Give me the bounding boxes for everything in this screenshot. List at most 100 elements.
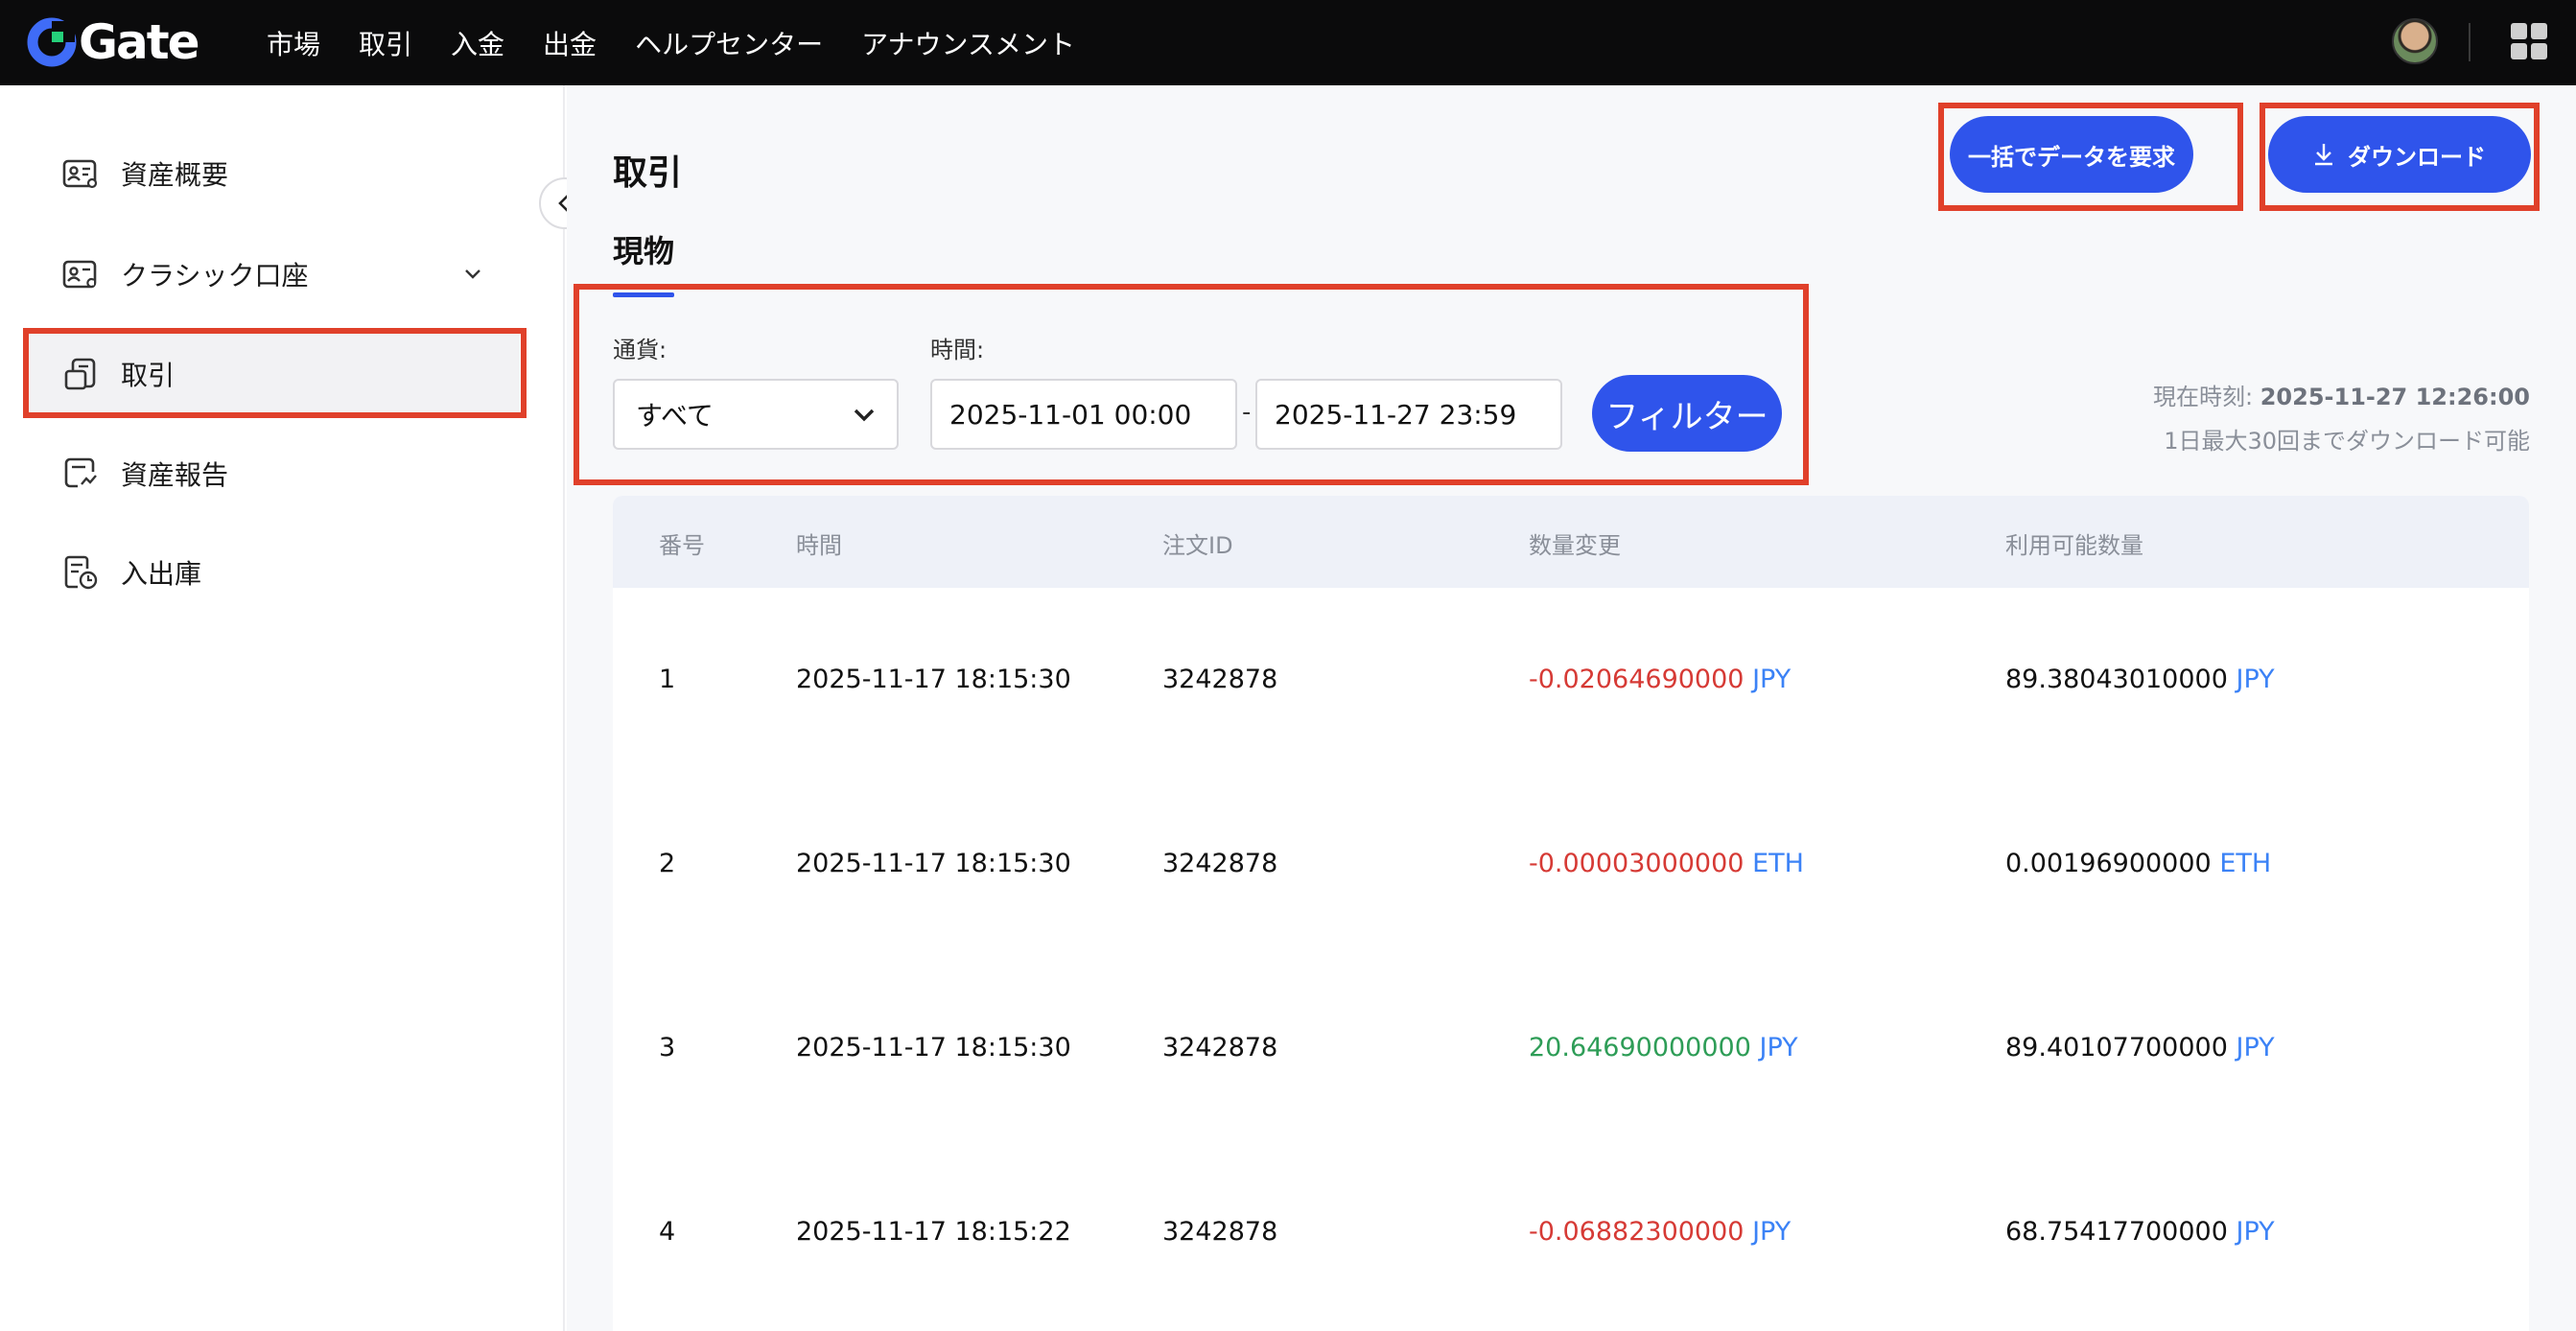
user-avatar[interactable]: [2392, 18, 2438, 64]
trade-icon: [64, 358, 96, 390]
available-amount: 68.75417700000: [2005, 1217, 2228, 1247]
cell-number: 4: [659, 1217, 676, 1247]
gate-logo-icon: [27, 17, 77, 67]
column-header-order-id: 注文ID: [1162, 532, 1233, 559]
date-range-separator: -: [1242, 398, 1252, 427]
column-header-time: 時間: [796, 532, 842, 559]
nav-withdraw[interactable]: 出金: [543, 24, 597, 62]
sidebar-item-label: クラシック口座: [121, 260, 309, 292]
sidebar-item-asset-overview[interactable]: 資産概要: [27, 133, 520, 214]
chevron-down-icon[interactable]: [462, 263, 483, 284]
bulk-data-request-label: 一括でデータを要求: [1968, 143, 2175, 171]
cell-order-id: 3242878: [1162, 665, 1278, 694]
cell-time: 2025-11-17 18:15:30: [796, 849, 1071, 878]
cell-order-id: 3242878: [1162, 1217, 1278, 1247]
table-row: 1 2025-11-17 18:15:30 3242878 -0.0206469…: [613, 588, 2529, 772]
cell-quantity-change: -0.00003000000 ETH: [1529, 849, 1804, 878]
cell-available-quantity: 68.75417700000 JPY: [2005, 1217, 2275, 1247]
download-label: ダウンロード: [2348, 143, 2486, 171]
transactions-table: 番号 時間 注文ID 数量変更 利用可能数量 1 2025-11-17 18:1…: [613, 496, 2529, 1331]
gate-logo[interactable]: Gate: [27, 14, 200, 70]
time-info: 現在時刻: 2025-11-27 12:26:00 1日最大30回までダウンロー…: [2153, 375, 2530, 463]
download-icon: [2315, 144, 2332, 166]
nav-market[interactable]: 市場: [267, 24, 320, 62]
current-time-label: 現在時刻:: [2153, 384, 2254, 410]
start-date-input[interactable]: 2025-11-01 00:00: [930, 379, 1237, 450]
end-date-value: 2025-11-27 23:59: [1275, 398, 1517, 431]
available-amount: 0.00196900000: [2005, 849, 2212, 878]
sidebar-item-asset-report[interactable]: 資産報告: [27, 433, 520, 514]
sidebar-item-label: 資産概要: [121, 159, 229, 191]
apps-grid-icon[interactable]: [2511, 23, 2547, 59]
table-row: 3 2025-11-17 18:15:30 3242878 20.6469000…: [613, 956, 2529, 1140]
time-filter-label: 時間:: [930, 337, 985, 363]
cell-quantity-change: -0.06882300000 JPY: [1529, 1217, 1791, 1247]
available-amount: 89.40107700000: [2005, 1033, 2228, 1062]
main-nav: 市場 取引 入金 出金 ヘルプセンター アナウンスメント: [267, 0, 1113, 85]
cell-available-quantity: 0.00196900000 ETH: [2005, 849, 2271, 878]
navbar-divider: [2469, 23, 2471, 61]
cell-time: 2025-11-17 18:15:30: [796, 1033, 1071, 1062]
nav-trade[interactable]: 取引: [359, 24, 412, 62]
column-header-number: 番号: [659, 532, 705, 559]
change-currency: JPY: [1759, 1033, 1798, 1062]
cell-order-id: 3242878: [1162, 849, 1278, 878]
nav-announcements[interactable]: アナウンスメント: [861, 24, 1075, 62]
column-header-quantity-change: 数量変更: [1529, 532, 1621, 559]
brand-name: Gate: [79, 14, 200, 70]
sidebar-item-label: 資産報告: [121, 459, 229, 491]
available-amount: 89.38043010000: [2005, 665, 2228, 694]
filter-button[interactable]: フィルター: [1592, 375, 1782, 452]
available-currency: JPY: [2236, 665, 2275, 694]
download-button[interactable]: ダウンロード: [2268, 116, 2531, 193]
top-navbar: Gate 市場 取引 入金 出金 ヘルプセンター アナウンスメント: [0, 0, 2576, 85]
current-time-value: 2025-11-27 12:26:00: [2260, 384, 2530, 410]
change-amount: -0.06882300000: [1529, 1217, 1745, 1247]
table-row: 2 2025-11-17 18:15:30 3242878 -0.0000300…: [613, 772, 2529, 956]
end-date-input[interactable]: 2025-11-27 23:59: [1255, 379, 1562, 450]
available-currency: JPY: [2236, 1217, 2275, 1247]
currency-select[interactable]: すべて: [613, 379, 899, 450]
table-row: 4 2025-11-17 18:15:22 3242878 -0.0688230…: [613, 1140, 2529, 1324]
asset-overview-icon: [62, 159, 98, 189]
column-header-available-quantity: 利用可能数量: [2005, 532, 2143, 559]
cell-quantity-change: 20.64690000000 JPY: [1529, 1033, 1798, 1062]
cell-quantity-change: -0.02064690000 JPY: [1529, 665, 1791, 694]
current-time: 現在時刻: 2025-11-27 12:26:00: [2153, 375, 2530, 419]
change-amount: -0.00003000000: [1529, 849, 1745, 878]
cell-number: 3: [659, 1033, 676, 1062]
available-currency: JPY: [2236, 1033, 2275, 1062]
chevron-down-icon: [854, 409, 875, 422]
cell-time: 2025-11-17 18:15:30: [796, 665, 1071, 694]
change-amount: 20.64690000000: [1529, 1033, 1751, 1062]
tab-active-indicator: [613, 292, 674, 297]
tab-spot[interactable]: 現物: [613, 227, 674, 271]
start-date-value: 2025-11-01 00:00: [949, 398, 1192, 431]
page-title: 取引: [613, 153, 683, 193]
cell-number: 1: [659, 665, 676, 694]
filter-button-label: フィルター: [1605, 397, 1768, 436]
sidebar-item-label: 取引: [121, 360, 176, 391]
cell-number: 2: [659, 849, 676, 878]
change-currency: JPY: [1752, 665, 1791, 694]
nav-deposit[interactable]: 入金: [451, 24, 504, 62]
sidebar-item-classic-account[interactable]: クラシック口座: [27, 234, 520, 315]
cell-available-quantity: 89.40107700000 JPY: [2005, 1033, 2275, 1062]
currency-select-value: すべて: [636, 400, 714, 432]
change-currency: ETH: [1752, 849, 1804, 878]
main-content: 取引 一括でデータを要求 ダウンロード 現物 通貨: 時間: すべて 2025-…: [567, 85, 2576, 1331]
bulk-data-request-button[interactable]: 一括でデータを要求: [1950, 116, 2193, 193]
deposit-withdraw-icon: [64, 555, 98, 590]
cell-available-quantity: 89.38043010000 JPY: [2005, 665, 2275, 694]
sidebar-item-deposit-withdraw[interactable]: 入出庫: [27, 532, 520, 613]
nav-help-center[interactable]: ヘルプセンター: [635, 24, 823, 62]
available-currency: ETH: [2219, 849, 2272, 878]
sidebar: 資産概要 クラシック口座 取引 資産報告 入出庫: [0, 85, 565, 1331]
cell-time: 2025-11-17 18:15:22: [796, 1217, 1071, 1247]
sidebar-item-trade[interactable]: 取引: [27, 334, 520, 414]
currency-filter-label: 通貨:: [613, 337, 667, 363]
sidebar-item-label: 入出庫: [121, 558, 202, 590]
cell-order-id: 3242878: [1162, 1033, 1278, 1062]
change-currency: JPY: [1752, 1217, 1791, 1247]
classic-account-icon: [62, 260, 97, 289]
